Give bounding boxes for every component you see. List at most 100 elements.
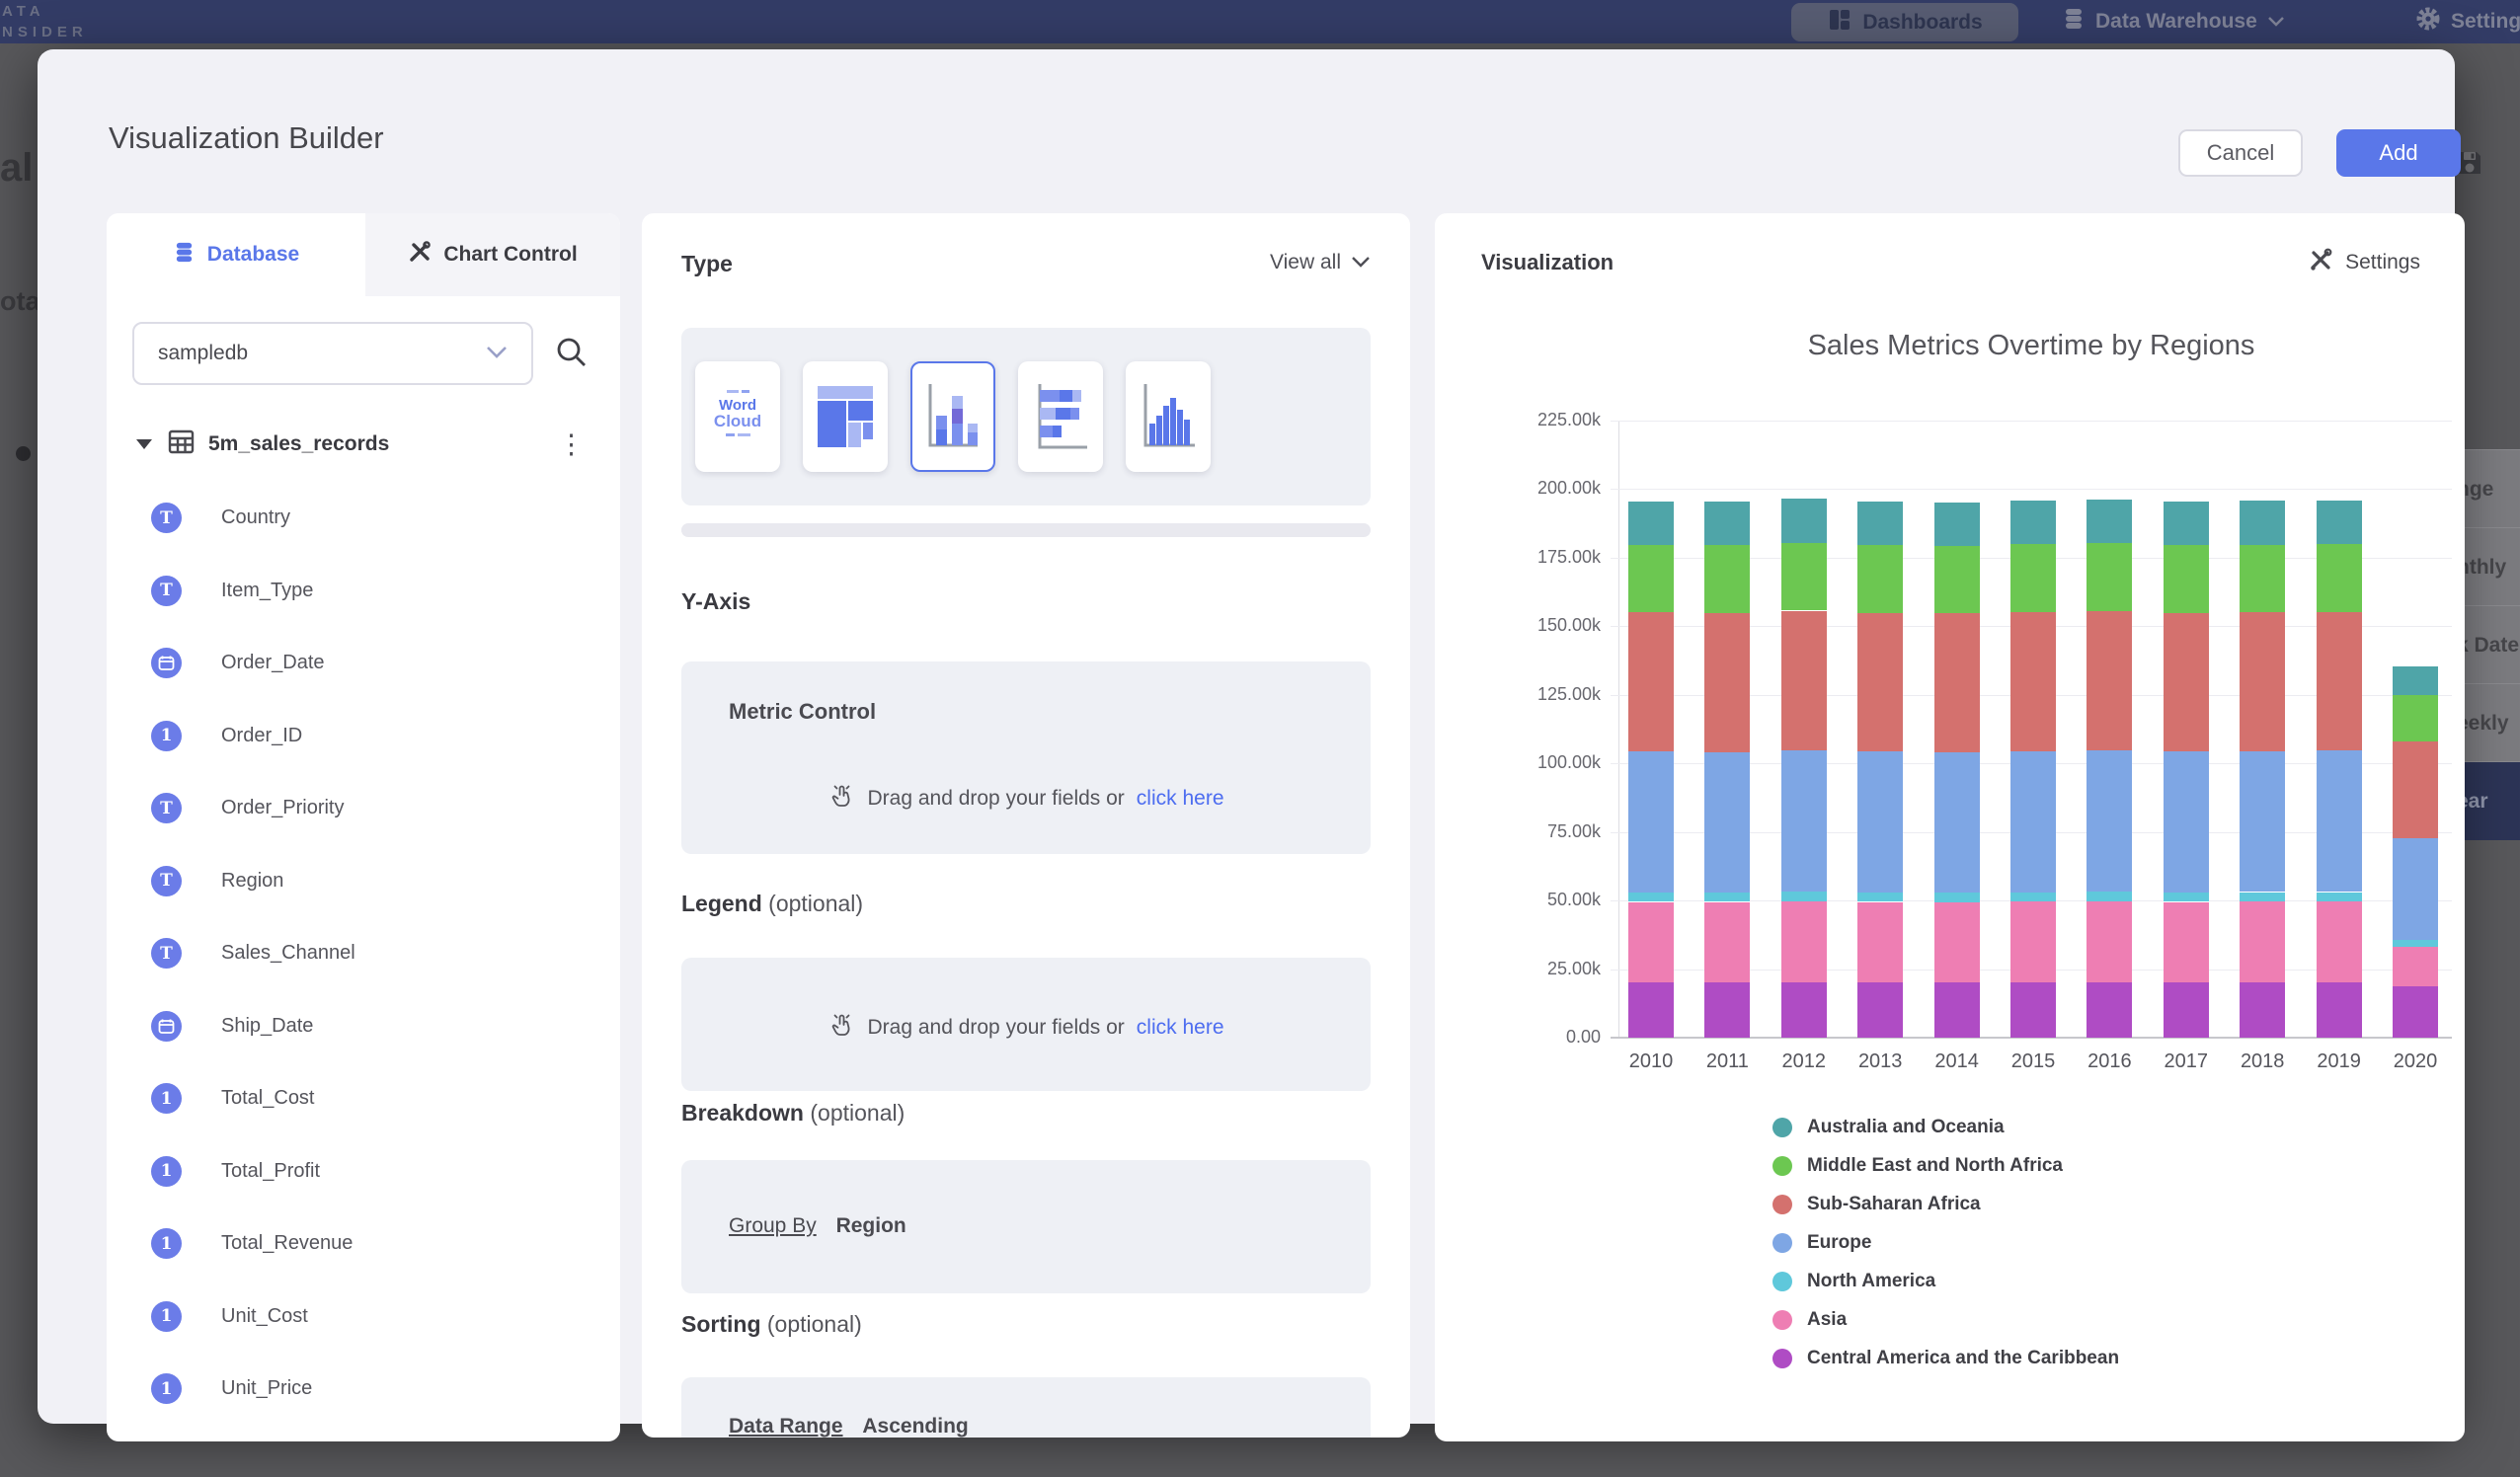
database-select[interactable]: sampledb xyxy=(132,322,533,385)
bar-segment[interactable] xyxy=(2010,751,2056,893)
bar-segment[interactable] xyxy=(2087,982,2132,1038)
field-row-order_priority[interactable]: TOrder_Priority xyxy=(107,772,620,845)
group-by-label[interactable]: Group By xyxy=(729,1214,817,1237)
field-row-country[interactable]: TCountry xyxy=(107,482,620,555)
bar-segment[interactable] xyxy=(2317,544,2362,612)
bar-segment[interactable] xyxy=(2164,545,2209,613)
field-row-ship_date[interactable]: Ship_Date xyxy=(107,990,620,1063)
search-button[interactable] xyxy=(553,334,592,373)
legend-item[interactable]: Central America and the Caribbean xyxy=(1772,1339,2119,1377)
sorting-field-label[interactable]: Data Range xyxy=(729,1415,843,1438)
bar-segment[interactable] xyxy=(1934,613,1980,752)
bar-segment[interactable] xyxy=(2164,751,2209,893)
bar-segment[interactable] xyxy=(1628,893,1674,902)
bar-segment[interactable] xyxy=(1781,892,1827,901)
type-strip-scrollbar[interactable] xyxy=(681,523,1371,537)
bar-segment[interactable] xyxy=(1781,499,1827,543)
field-row-order_id[interactable]: 1Order_ID xyxy=(107,700,620,773)
bar-segment[interactable] xyxy=(2010,612,2056,751)
bar-segment[interactable] xyxy=(2087,500,2132,543)
chart-type-card-stacked-bar[interactable] xyxy=(1018,361,1103,472)
kebab-menu-icon[interactable]: ⋮ xyxy=(558,434,585,454)
bar-segment[interactable] xyxy=(1628,902,1674,982)
legend-item[interactable]: Europe xyxy=(1772,1223,2119,1262)
bar-segment[interactable] xyxy=(1934,752,1980,894)
bar-segment[interactable] xyxy=(1704,893,1750,901)
bar-segment[interactable] xyxy=(1781,611,1827,750)
bar-segment[interactable] xyxy=(1934,982,1980,1038)
bar-segment[interactable] xyxy=(1934,503,1980,546)
nav-data-warehouse[interactable]: Data Warehouse xyxy=(2062,0,2285,43)
bar-segment[interactable] xyxy=(1704,982,1750,1038)
bar-segment[interactable] xyxy=(2087,611,2132,750)
legend-item[interactable]: Middle East and North Africa xyxy=(1772,1146,2119,1185)
chart-type-card-histogram[interactable] xyxy=(1126,361,1211,472)
bar-segment[interactable] xyxy=(1628,612,1674,751)
bar-segment[interactable] xyxy=(2240,982,2285,1038)
field-row-total_revenue[interactable]: 1Total_Revenue xyxy=(107,1207,620,1281)
bar-segment[interactable] xyxy=(1857,982,1903,1038)
bar-segment[interactable] xyxy=(2164,982,2209,1038)
bar-segment[interactable] xyxy=(1781,982,1827,1038)
field-row-total_cost[interactable]: 1Total_Cost xyxy=(107,1062,620,1135)
bar-segment[interactable] xyxy=(2317,901,2362,982)
bar-segment[interactable] xyxy=(2164,902,2209,982)
bar-segment[interactable] xyxy=(2240,893,2285,902)
field-row-region[interactable]: TRegion xyxy=(107,845,620,918)
bar-segment[interactable] xyxy=(2393,838,2438,940)
field-row-unit_cost[interactable]: 1Unit_Cost xyxy=(107,1281,620,1354)
legend-item[interactable]: North America xyxy=(1772,1262,2119,1300)
add-button[interactable]: Add xyxy=(2336,129,2461,177)
bar-segment[interactable] xyxy=(2240,751,2285,893)
bar-segment[interactable] xyxy=(1857,502,1903,545)
field-row-unit_price[interactable]: 1Unit_Price xyxy=(107,1353,620,1426)
bar-segment[interactable] xyxy=(2240,612,2285,751)
bar-segment[interactable] xyxy=(2393,940,2438,947)
bar-segment[interactable] xyxy=(1704,545,1750,613)
bar-segment[interactable] xyxy=(2087,892,2132,901)
bar-segment[interactable] xyxy=(2317,612,2362,751)
bar-segment[interactable] xyxy=(2010,501,2056,544)
tab-database[interactable]: Database xyxy=(107,213,365,296)
bar-segment[interactable] xyxy=(1781,750,1827,892)
bar-segment[interactable] xyxy=(2087,750,2132,892)
bar-segment[interactable] xyxy=(1857,545,1903,613)
bar-segment[interactable] xyxy=(2010,901,2056,982)
chart-type-card-word-cloud[interactable]: Word Cloud xyxy=(695,361,780,472)
bar-segment[interactable] xyxy=(2164,502,2209,545)
tab-chart-control[interactable]: Chart Control xyxy=(365,213,620,296)
bar-segment[interactable] xyxy=(1781,901,1827,982)
bar-segment[interactable] xyxy=(1704,752,1750,894)
legend-item[interactable]: Sub-Saharan Africa xyxy=(1772,1185,2119,1223)
bar-segment[interactable] xyxy=(1857,893,1903,901)
group-by-value[interactable]: Region xyxy=(836,1214,906,1237)
table-tree-row[interactable]: 5m_sales_records ⋮ xyxy=(107,423,620,466)
bar-segment[interactable] xyxy=(2317,893,2362,901)
bar-segment[interactable] xyxy=(2087,901,2132,982)
legend-dropzone[interactable]: Drag and drop your fields or click here xyxy=(681,958,1371,1091)
chart-type-card-stacked-column[interactable] xyxy=(910,361,995,472)
bar-segment[interactable] xyxy=(1628,751,1674,893)
view-all-button[interactable]: View all xyxy=(1270,251,1371,274)
sorting-field-value[interactable]: Ascending xyxy=(862,1415,968,1438)
bar-segment[interactable] xyxy=(1704,902,1750,983)
bar-segment[interactable] xyxy=(2393,986,2438,1038)
bar-segment[interactable] xyxy=(2393,741,2438,838)
nav-settings[interactable]: Settings xyxy=(2415,0,2520,43)
legend-item[interactable]: Asia xyxy=(1772,1300,2119,1339)
bar-segment[interactable] xyxy=(2010,982,2056,1038)
bar-segment[interactable] xyxy=(1628,982,1674,1038)
field-row-order_date[interactable]: Order_Date xyxy=(107,627,620,700)
bar-segment[interactable] xyxy=(2164,613,2209,752)
field-row-sales_channel[interactable]: TSales_Channel xyxy=(107,917,620,990)
metric-control-dropzone[interactable]: Metric Control Drag and drop your fields… xyxy=(681,661,1371,854)
cancel-button[interactable]: Cancel xyxy=(2178,129,2303,177)
bar-segment[interactable] xyxy=(1857,751,1903,893)
chart-settings-button[interactable]: Settings xyxy=(2308,247,2420,278)
bar-segment[interactable] xyxy=(2317,982,2362,1038)
bar-segment[interactable] xyxy=(2393,695,2438,741)
bar-segment[interactable] xyxy=(2393,666,2438,695)
bar-segment[interactable] xyxy=(1781,543,1827,611)
bar-segment[interactable] xyxy=(1934,893,1980,902)
legend-item[interactable]: Australia and Oceania xyxy=(1772,1108,2119,1146)
